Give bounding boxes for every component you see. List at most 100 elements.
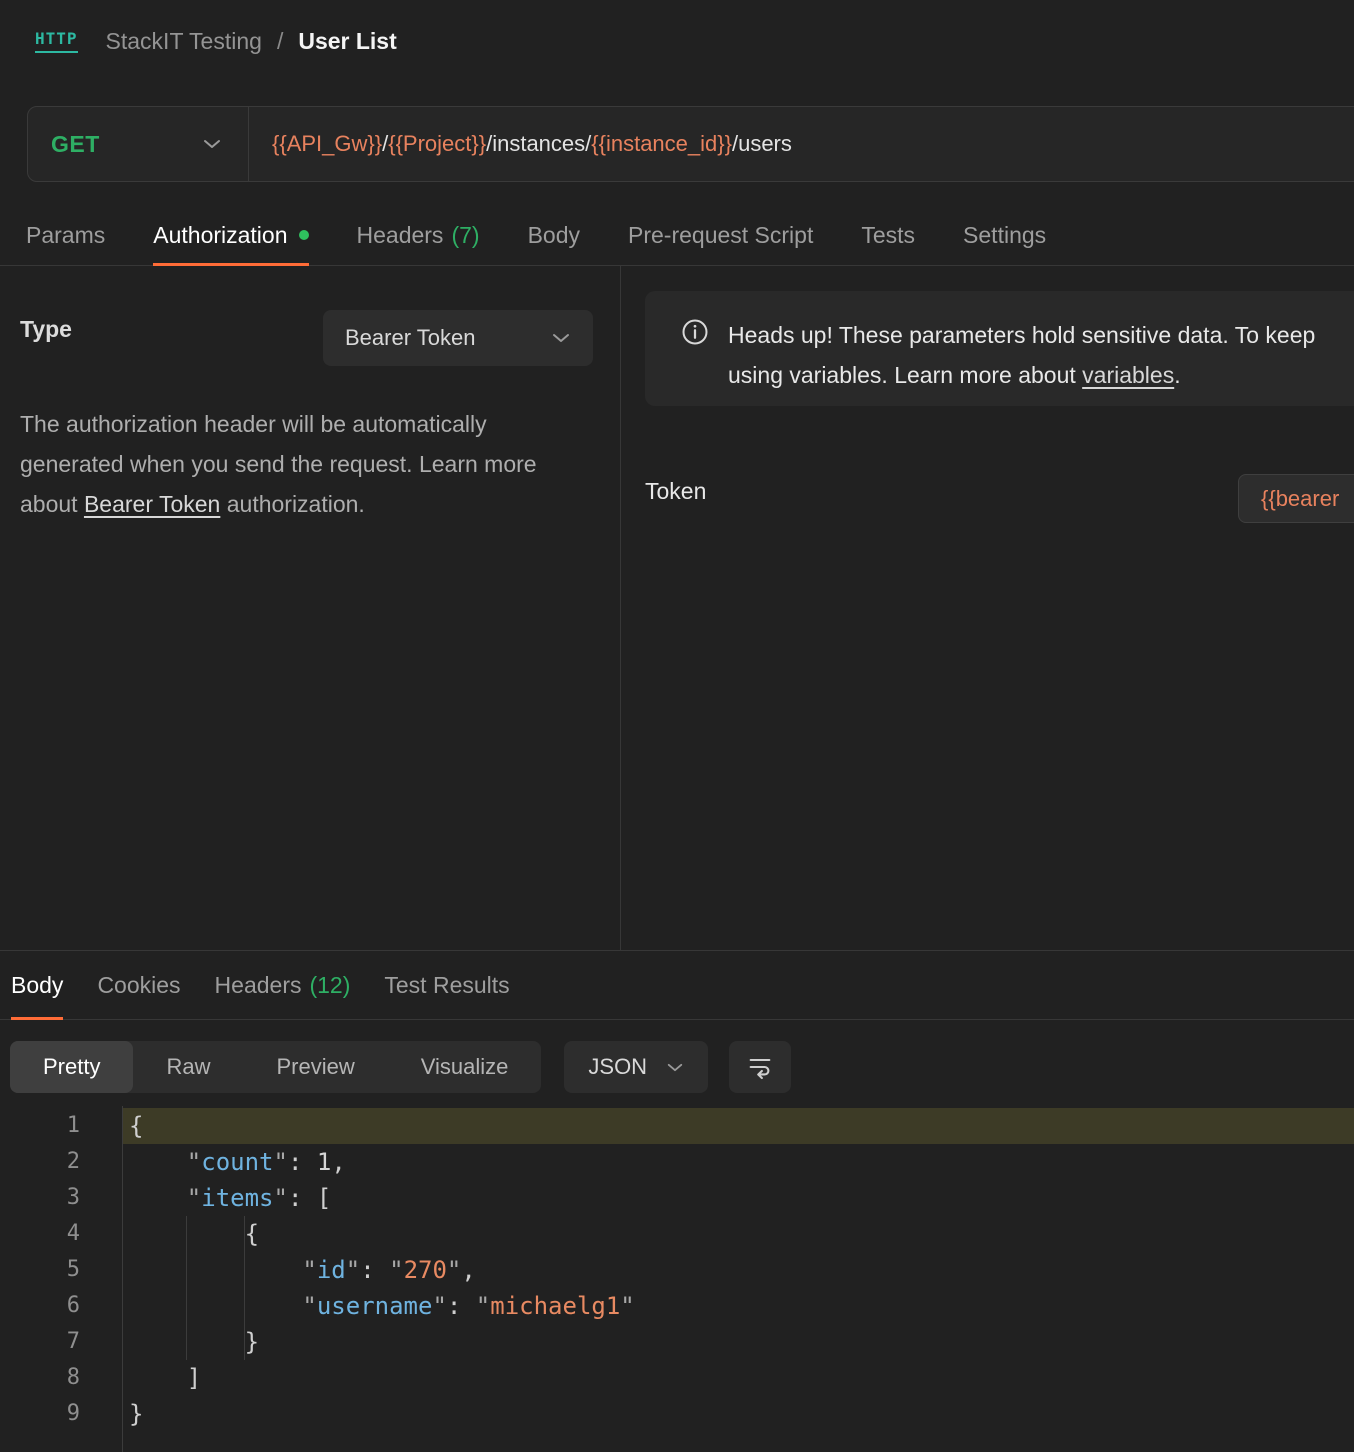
tab-body[interactable]: Body: [528, 205, 580, 265]
banner-text: Heads up! These parameters hold sensitiv…: [728, 315, 1315, 395]
response-format-select[interactable]: JSON: [564, 1041, 708, 1093]
code-line[interactable]: 1{: [0, 1108, 1354, 1144]
tab-pre-request-script[interactable]: Pre-request Script: [628, 205, 813, 265]
line-number: 3: [0, 1180, 122, 1216]
url-part: {{instance_id}}: [591, 131, 732, 157]
line-content: {: [122, 1216, 1354, 1252]
code-line[interactable]: 4 {: [0, 1216, 1354, 1252]
code-line[interactable]: 2 "count": 1,: [0, 1144, 1354, 1180]
line-content: }: [122, 1396, 1354, 1432]
line-number: 1: [0, 1108, 122, 1144]
response-headers-count-badge: (12): [309, 972, 350, 999]
token-input[interactable]: {{bearer: [1238, 474, 1354, 523]
line-number: 2: [0, 1144, 122, 1180]
line-content: "id": "270",: [122, 1252, 1354, 1288]
request-url-bar: GET {{API_Gw}}/{{Project}}/instances/{{i…: [27, 106, 1354, 182]
wrap-text-icon: [746, 1053, 774, 1081]
code-line[interactable]: 5 "id": "270",: [0, 1252, 1354, 1288]
tab-label: Headers: [357, 222, 444, 249]
line-content: }: [122, 1324, 1354, 1360]
line-content: ]: [122, 1360, 1354, 1396]
view-visualize-button[interactable]: Visualize: [388, 1041, 542, 1093]
tab-tests[interactable]: Tests: [861, 205, 915, 265]
info-icon: [680, 317, 710, 347]
chevron-down-icon: [666, 1062, 684, 1073]
tab-label: Settings: [963, 222, 1046, 249]
tab-label: Body: [528, 222, 580, 249]
tab-response-headers[interactable]: Headers (12): [215, 951, 351, 1019]
tab-settings[interactable]: Settings: [963, 205, 1046, 265]
auth-detail-panel: Heads up! These parameters hold sensitiv…: [621, 266, 1354, 950]
tab-label: Headers: [215, 972, 302, 999]
tab-params[interactable]: Params: [26, 205, 105, 265]
method-selector[interactable]: GET: [28, 107, 248, 181]
headers-count-badge: (7): [451, 222, 479, 249]
auth-configured-dot-icon: [299, 230, 309, 240]
banner-line-2-text: .: [1174, 362, 1180, 388]
code-editor[interactable]: 1{2 "count": 1,3 "items": [4 {5 "id": "2…: [0, 1106, 1354, 1452]
request-tabs: Params Authorization Headers (7) Body Pr…: [0, 205, 1354, 266]
line-number: 9: [0, 1396, 122, 1432]
sensitive-data-banner: Heads up! These parameters hold sensitiv…: [645, 291, 1354, 406]
url-part: /instances/: [486, 131, 591, 157]
line-number: 5: [0, 1252, 122, 1288]
auth-description-text: authorization.: [220, 491, 364, 517]
line-number: 6: [0, 1288, 122, 1324]
request-name[interactable]: User List: [298, 28, 396, 55]
tab-label: Body: [11, 972, 63, 999]
line-content: "count": 1,: [122, 1144, 1354, 1180]
banner-line-1: Heads up! These parameters hold sensitiv…: [728, 315, 1315, 355]
tab-label: Pre-request Script: [628, 222, 813, 249]
tab-cookies[interactable]: Cookies: [97, 951, 180, 1019]
view-preview-button[interactable]: Preview: [243, 1041, 387, 1093]
indent-guide: [186, 1216, 187, 1360]
authorization-panel: Type Bearer Token The authorization head…: [0, 266, 1354, 950]
line-content: {: [122, 1108, 1354, 1144]
url-input[interactable]: {{API_Gw}}/{{Project}}/instances/{{insta…: [249, 107, 1354, 181]
http-request-icon: HTTP: [35, 29, 78, 53]
tab-label: Test Results: [384, 972, 509, 999]
chevron-down-icon: [551, 332, 571, 344]
wrap-text-button[interactable]: [729, 1041, 791, 1093]
line-content: "username": "michaelg1": [122, 1288, 1354, 1324]
url-part: {{Project}}: [388, 131, 486, 157]
line-number: 4: [0, 1216, 122, 1252]
auth-description: The authorization header will be automat…: [20, 404, 595, 524]
chevron-down-icon: [202, 138, 222, 150]
response-section: Body Cookies Headers (12) Test Results P…: [0, 950, 1354, 1452]
banner-line-2: using variables. Learn more about variab…: [728, 355, 1315, 395]
view-pretty-button[interactable]: Pretty: [10, 1041, 133, 1093]
collection-name[interactable]: StackIT Testing: [106, 28, 262, 55]
response-format-value: JSON: [588, 1054, 647, 1080]
code-line[interactable]: 3 "items": [: [0, 1180, 1354, 1216]
response-toolbar: Pretty Raw Preview Visualize JSON: [10, 1041, 1354, 1093]
tab-label: Cookies: [97, 972, 180, 999]
bearer-token-link[interactable]: Bearer Token: [84, 491, 220, 517]
view-raw-button[interactable]: Raw: [133, 1041, 243, 1093]
breadcrumb-separator: /: [277, 28, 283, 55]
code-lines: 1{2 "count": 1,3 "items": [4 {5 "id": "2…: [0, 1108, 1354, 1432]
tab-label: Tests: [861, 222, 915, 249]
url-part: /users: [732, 131, 792, 157]
auth-type-select[interactable]: Bearer Token: [323, 310, 593, 366]
auth-type-panel: Type Bearer Token The authorization head…: [0, 266, 620, 950]
code-line[interactable]: 8 ]: [0, 1360, 1354, 1396]
variables-link[interactable]: variables: [1082, 362, 1174, 388]
code-line[interactable]: 9}: [0, 1396, 1354, 1432]
indent-guide: [244, 1216, 245, 1360]
tab-label: Params: [26, 222, 105, 249]
response-tabs: Body Cookies Headers (12) Test Results: [0, 951, 1354, 1020]
auth-type-value: Bearer Token: [345, 325, 475, 351]
code-line[interactable]: 6 "username": "michaelg1": [0, 1288, 1354, 1324]
tab-headers[interactable]: Headers (7): [357, 205, 480, 265]
tab-test-results[interactable]: Test Results: [384, 951, 509, 1019]
view-toggle-group: Pretty Raw Preview Visualize: [10, 1041, 541, 1093]
breadcrumb: HTTP StackIT Testing / User List: [0, 0, 1354, 82]
line-number: 8: [0, 1360, 122, 1396]
tab-response-body[interactable]: Body: [11, 951, 63, 1019]
url-part: {{API_Gw}}: [272, 131, 382, 157]
line-number: 7: [0, 1324, 122, 1360]
line-content: "items": [: [122, 1180, 1354, 1216]
tab-authorization[interactable]: Authorization: [153, 205, 308, 265]
code-line[interactable]: 7 }: [0, 1324, 1354, 1360]
